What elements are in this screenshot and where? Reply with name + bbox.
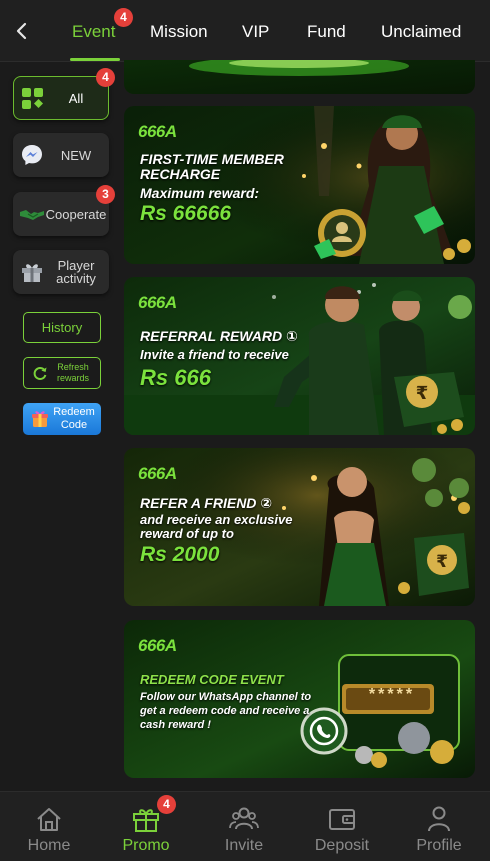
messenger-icon — [22, 145, 42, 165]
category-all[interactable]: All — [13, 76, 109, 120]
banner-title: REFER A FRIEND ② — [140, 495, 273, 511]
event-count-badge: 4 — [114, 8, 133, 27]
banner-referral-reward[interactable]: ₹ 666A REFERRAL REWARD ① Invite a friend… — [124, 277, 475, 435]
back-arrow-icon[interactable] — [8, 17, 36, 45]
category-player-activity[interactable]: Player activity — [13, 250, 109, 294]
banner-first-time-recharge[interactable]: 666A FIRST-TIME MEMBER RECHARGE Maximum … — [124, 106, 475, 264]
banner-top-partial[interactable] — [124, 60, 475, 94]
person-icon — [428, 806, 450, 832]
nav-invite[interactable]: Invite — [199, 792, 289, 861]
svg-text:₹: ₹ — [436, 552, 448, 572]
top-tab-bar: Event 4 Mission VIP Fund Unclaimed — [0, 0, 490, 62]
bottom-navigation: Home Promo 4 Invite Deposit Profile — [0, 791, 490, 861]
banner-artwork — [124, 60, 475, 94]
redeem-code-mask: ***** — [368, 686, 416, 703]
refresh-icon — [33, 367, 47, 380]
banner-amount: Rs 2000 — [140, 543, 220, 566]
tab-event[interactable]: Event — [72, 22, 115, 42]
banner-title: REDEEM CODE EVENT — [140, 672, 284, 687]
active-tab-indicator — [70, 58, 120, 61]
gift-icon — [133, 809, 159, 832]
svg-text:₹: ₹ — [416, 383, 429, 404]
banner-amount: Rs 66666 — [140, 202, 232, 225]
tab-vip[interactable]: VIP — [242, 22, 269, 42]
nav-promo[interactable]: Promo — [101, 792, 191, 861]
grid-icon — [22, 88, 43, 109]
banner-subtitle: and receive an exclusive reward of up to — [140, 512, 293, 541]
banner-title: REFERRAL REWARD ① — [140, 328, 298, 344]
home-icon — [37, 808, 61, 831]
nav-label: Deposit — [314, 837, 370, 854]
category-label: NEW — [60, 147, 92, 163]
tab-fund[interactable]: Fund — [307, 22, 346, 42]
handshake-icon — [20, 210, 44, 220]
gift-box-icon — [32, 411, 48, 427]
category-cooperate-badge: 3 — [96, 185, 115, 204]
refresh-rewards-button[interactable]: Refresh rewards — [23, 357, 101, 389]
promo-count-badge: 4 — [157, 795, 176, 814]
nav-label: Promo — [122, 837, 170, 854]
brand-logo: 666A — [138, 636, 177, 655]
banner-redeem-code-event[interactable]: ***** 666A REDEEM CODE EVENT Follow our … — [124, 620, 475, 778]
banner-subtitle: Invite a friend to receive — [140, 347, 289, 362]
nav-label: Invite — [224, 837, 264, 854]
nav-deposit[interactable]: Deposit — [297, 792, 387, 861]
banner-refer-a-friend[interactable]: ₹ 666A REFER A FRIEND ② and receive an e… — [124, 448, 475, 606]
brand-logo: 666A — [138, 464, 177, 483]
tab-mission[interactable]: Mission — [150, 22, 208, 42]
banner-title: FIRST-TIME MEMBER RECHARGE — [140, 151, 284, 182]
redeem-code-label: Redeem Code — [53, 406, 95, 431]
category-new[interactable]: NEW — [13, 133, 109, 177]
tab-unclaimed[interactable]: Unclaimed — [381, 22, 461, 42]
brand-logo: 666A — [138, 122, 177, 141]
people-icon — [229, 807, 259, 830]
nav-profile[interactable]: Profile — [394, 792, 484, 861]
banner-subtitle: Maximum reward: — [140, 185, 260, 201]
banner-subtitle: Follow our WhatsApp channel to get a red… — [140, 691, 312, 731]
category-cooperate[interactable]: Cooperate — [13, 192, 109, 236]
banner-amount: Rs 666 — [140, 365, 211, 390]
nav-home[interactable]: Home — [4, 792, 94, 861]
history-button[interactable]: History — [23, 312, 101, 343]
nav-label: Profile — [416, 837, 462, 854]
gift-icon — [22, 264, 42, 282]
brand-logo: 666A — [138, 293, 177, 312]
refresh-rewards-label: Refresh rewards — [56, 362, 89, 383]
wallet-icon — [329, 809, 355, 830]
nav-label: Home — [27, 837, 71, 854]
category-all-badge: 4 — [96, 68, 115, 87]
category-label: Player activity — [56, 258, 96, 286]
redeem-code-button[interactable]: Redeem Code — [23, 403, 101, 435]
